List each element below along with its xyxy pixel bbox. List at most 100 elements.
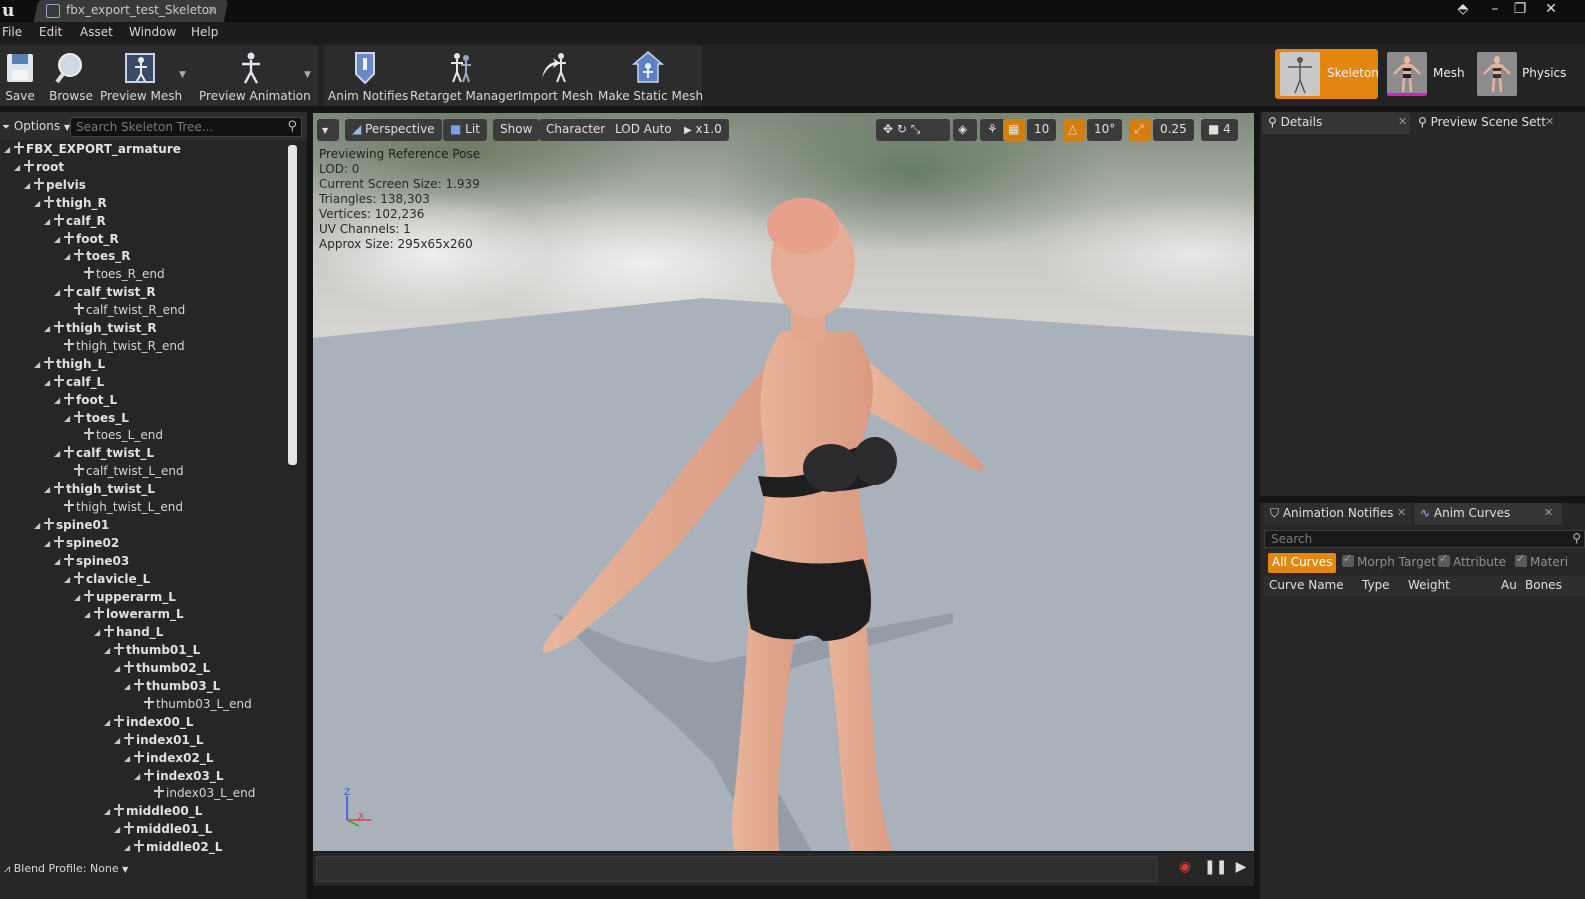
coordinate-space-button[interactable]: ◈ [953, 119, 977, 141]
bone-tree-row[interactable]: ◢ spine03 [54, 553, 129, 572]
expand-arrow-icon[interactable]: ◢ [44, 485, 53, 494]
expand-arrow-icon[interactable]: ◢ [34, 199, 43, 208]
curve-search-input[interactable]: Search ⚲ [1264, 530, 1585, 548]
save-button[interactable]: Save [0, 46, 40, 106]
bone-tree-row[interactable]: toes_R_end [74, 267, 165, 285]
expand-arrow-icon[interactable]: ◢ [104, 718, 113, 727]
filter-material[interactable]: Materi [1515, 555, 1585, 575]
maximize-icon[interactable]: ❐ [1509, 0, 1531, 20]
expand-arrow-icon[interactable]: ◢ [34, 521, 43, 530]
bone-tree-row[interactable]: ◢ spine01 [34, 517, 109, 536]
bone-tree-row[interactable]: ◢ upperarm_L [74, 589, 176, 608]
tab-close-icon[interactable]: × [207, 3, 217, 17]
filter-all-curves[interactable]: All Curves [1268, 553, 1337, 573]
bone-tree-row[interactable]: toes_L_end [74, 428, 163, 446]
show-button[interactable]: Show [493, 119, 540, 141]
bone-tree-row[interactable]: ◢ FBX_EXPORT_armature [4, 142, 181, 160]
bone-tree-row[interactable]: ◢ thigh_twist_L [44, 482, 155, 500]
bone-tree-row[interactable]: ◢ thigh_L [34, 356, 105, 375]
tab-close-icon[interactable]: ✕ [1398, 115, 1407, 128]
menu-file[interactable]: File [2, 25, 22, 39]
rotation-snap-toggle[interactable]: △ [1063, 119, 1085, 141]
expand-arrow-icon[interactable]: ◢ [34, 360, 43, 369]
blend-profile-dropdown[interactable]: ⩘ Blend Profile: None ▼ [4, 862, 128, 876]
expand-arrow-icon[interactable]: ◢ [114, 736, 123, 745]
bone-tree-row[interactable]: index03_L_end [144, 786, 255, 804]
bone-tree-row[interactable]: ◢ calf_twist_R [54, 285, 156, 303]
surface-snap-button[interactable]: ⚘ [980, 119, 1005, 141]
make-static-mesh-button[interactable]: Make Static Mesh [598, 46, 703, 106]
character-button[interactable]: Character [539, 119, 613, 141]
skeleton-search-input[interactable]: Search Skeleton Tree... ⚲ [70, 117, 302, 137]
bone-tree-row[interactable]: ◢ thigh_twist_R [44, 321, 157, 339]
import-mesh-button[interactable]: Import Mesh [518, 46, 593, 106]
expand-arrow-icon[interactable]: ◢ [64, 575, 73, 584]
perspective-button[interactable]: ◢ Perspective [345, 119, 442, 141]
expand-arrow-icon[interactable]: ◢ [74, 593, 83, 602]
retarget-manager-button[interactable]: Retarget Manager [410, 46, 518, 106]
menu-edit[interactable]: Edit [39, 25, 62, 39]
tab-close-icon[interactable]: ✕ [1544, 506, 1553, 519]
lod-button[interactable]: LOD Auto [608, 119, 679, 141]
expand-arrow-icon[interactable]: ◢ [94, 628, 103, 637]
bone-tree-row[interactable]: ◢ index01_L [114, 732, 203, 751]
bone-tree-row[interactable]: ◢ calf_R [44, 213, 106, 232]
filter-morph-target[interactable]: Morph Target [1342, 552, 1436, 575]
preview-mesh-button[interactable]: Preview Mesh [100, 46, 182, 106]
tab-details[interactable]: ⚲ Details ✕ [1262, 112, 1410, 134]
grid-snap-value[interactable]: 10 [1027, 119, 1057, 141]
expand-arrow-icon[interactable]: ◢ [14, 163, 23, 172]
bone-tree-row[interactable]: ◢ middle02_L [124, 840, 222, 854]
expand-arrow-icon[interactable]: ◢ [114, 825, 123, 834]
minimize-icon[interactable]: – [1484, 0, 1506, 20]
preview-mesh-dropdown-icon[interactable]: ▼ [179, 70, 186, 80]
translate-icon[interactable]: ✥ [883, 122, 893, 136]
mode-skeleton-button[interactable]: Skeleton [1275, 49, 1379, 99]
browse-button[interactable]: Browse [47, 46, 95, 106]
bone-tree-row[interactable]: thigh_twist_R_end [54, 338, 185, 357]
bone-tree-row[interactable]: ◢ clavicle_L [64, 571, 150, 590]
bone-tree-row[interactable]: ◢ toes_R [64, 249, 131, 267]
expand-arrow-icon[interactable]: ◢ [124, 682, 133, 691]
mode-physics-button[interactable]: Physics [1472, 49, 1585, 99]
expand-arrow-icon[interactable]: ◢ [44, 324, 53, 333]
menu-window[interactable]: Window [129, 25, 176, 39]
bone-tree-row[interactable]: ◢ index03_L [134, 768, 223, 787]
expand-arrow-icon[interactable]: ◢ [44, 378, 53, 387]
step-forward-icon[interactable]: ▶ [1231, 859, 1251, 879]
preview-viewport[interactable]: ▼ ◢ Perspective ■ Lit Show Character LOD… [313, 113, 1254, 851]
pause-icon[interactable]: ❚❚ [1204, 859, 1227, 879]
mode-mesh-button[interactable]: Mesh [1382, 49, 1472, 99]
bone-tree-row[interactable]: ◢ foot_L [54, 392, 117, 411]
expand-arrow-icon[interactable]: ◢ [124, 754, 133, 763]
tab-anim-curves[interactable]: ∿ Anim Curves ✕ [1414, 503, 1562, 525]
bone-tree-row[interactable]: ◢ index02_L [124, 750, 213, 769]
tab-close-icon[interactable]: ✕ [1545, 115, 1554, 128]
lit-button[interactable]: ■ Lit [443, 119, 487, 141]
viewport-options-dropdown[interactable]: ▼ [317, 119, 339, 141]
column-type[interactable]: Type [1362, 578, 1390, 592]
expand-arrow-icon[interactable]: ◢ [124, 843, 133, 852]
expand-arrow-icon[interactable]: ◢ [54, 557, 63, 566]
column-auto[interactable]: Au [1501, 578, 1517, 592]
expand-arrow-icon[interactable]: ◢ [84, 610, 93, 619]
bone-tree-row[interactable]: ◢ calf_L [44, 374, 104, 393]
expand-arrow-icon[interactable]: ◢ [54, 288, 63, 297]
scale-icon[interactable]: ⤡ [911, 122, 921, 136]
camera-speed-button[interactable]: ■ 4 [1201, 119, 1238, 141]
bone-tree-row[interactable]: calf_twist_R_end [64, 303, 185, 321]
expand-arrow-icon[interactable]: ◢ [44, 217, 53, 226]
unreal-logo-icon[interactable]: u [2, 1, 20, 21]
rotation-snap-value[interactable]: 10° [1087, 119, 1123, 141]
bone-tree-row[interactable]: calf_twist_L_end [64, 464, 184, 482]
expand-arrow-icon[interactable]: ◢ [104, 646, 113, 655]
bone-tree-row[interactable]: ◢ toes_L [64, 410, 129, 429]
column-weight[interactable]: Weight [1408, 578, 1450, 592]
preview-animation-button[interactable]: Preview Animation [199, 46, 311, 106]
bone-tree-row[interactable]: ◢ hand_L [94, 625, 163, 643]
expand-arrow-icon[interactable]: ◢ [64, 252, 73, 261]
grid-snap-toggle[interactable]: ▦ [1003, 119, 1025, 141]
expand-arrow-icon[interactable]: ◢ [54, 235, 63, 244]
bone-tree-row[interactable]: ◢ lowerarm_L [84, 607, 184, 625]
bone-tree-row[interactable]: ◢ thumb02_L [114, 661, 210, 679]
